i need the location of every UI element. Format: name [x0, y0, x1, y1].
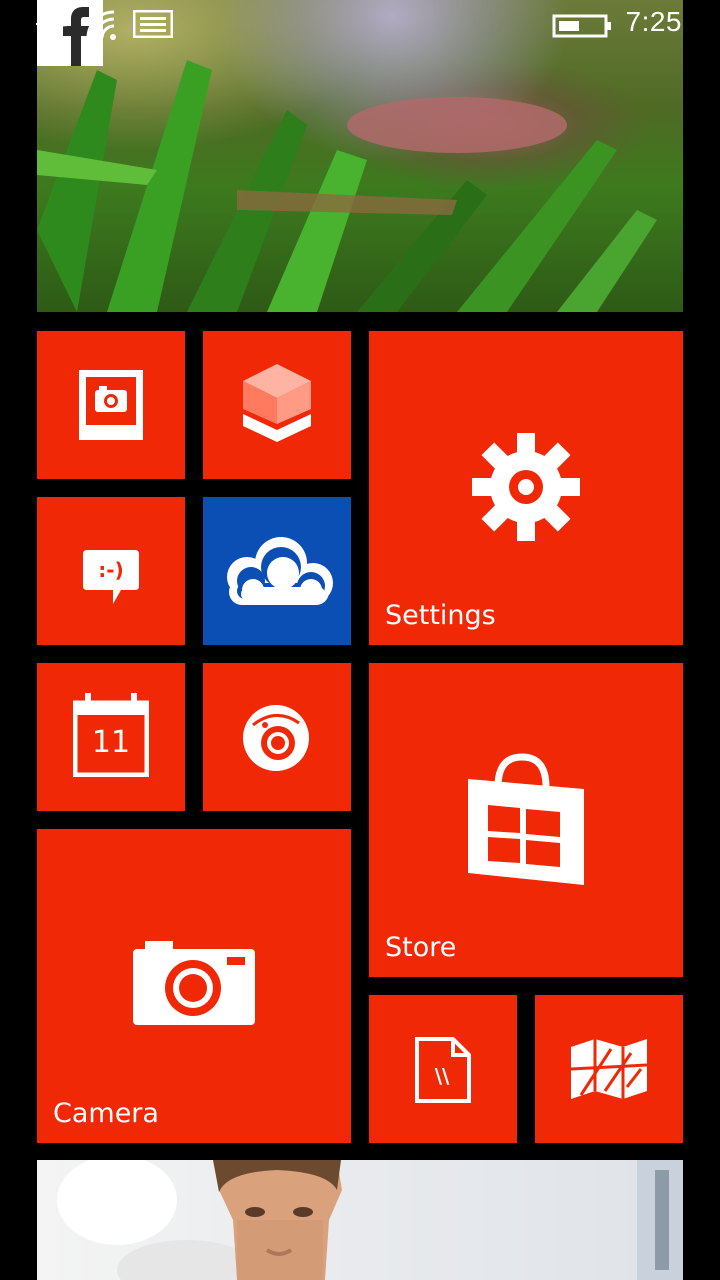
messaging-tile[interactable]: :-): [37, 497, 185, 645]
battery-icon: [552, 14, 612, 43]
smiley-text: :-): [98, 558, 123, 582]
camera-tile[interactable]: Camera: [37, 829, 351, 1143]
settings-label: Settings: [385, 600, 496, 631]
office-tile[interactable]: \\: [369, 995, 517, 1143]
lens-camera-icon: [243, 705, 309, 775]
people-photo: [57, 1160, 683, 1280]
store-label: Store: [385, 932, 457, 963]
calendar-day: 11: [91, 725, 131, 760]
cloud-icon: [219, 535, 335, 609]
lens-camera-tile[interactable]: [203, 663, 351, 811]
message-icon: [132, 9, 174, 43]
calendar-tile[interactable]: 11: [37, 663, 185, 811]
camera-label: Camera: [53, 1098, 159, 1129]
gear-icon: [472, 433, 580, 545]
maps-tile[interactable]: [535, 995, 683, 1143]
chat-smiley-icon: :-): [83, 550, 139, 608]
cube-icon: [243, 364, 311, 446]
shopping-bag-icon: [468, 753, 584, 889]
onedrive-tile[interactable]: [203, 497, 351, 645]
photo-icon: [79, 370, 143, 444]
status-bar: 7:25: [0, 0, 720, 48]
map-icon: [570, 1039, 648, 1103]
wifi-icon: [86, 10, 118, 45]
clock: 7:25: [625, 6, 682, 37]
document-icon: \\: [415, 1037, 471, 1107]
settings-tile[interactable]: Settings: [369, 331, 683, 645]
airplane-icon: [36, 10, 68, 43]
store-tile[interactable]: Store: [369, 663, 683, 977]
box-app-tile[interactable]: [203, 331, 351, 479]
document-mark: \\: [435, 1064, 450, 1088]
people-tile[interactable]: [37, 1160, 683, 1280]
photo-editor-tile[interactable]: [37, 331, 185, 479]
camera-icon: [133, 941, 255, 1029]
